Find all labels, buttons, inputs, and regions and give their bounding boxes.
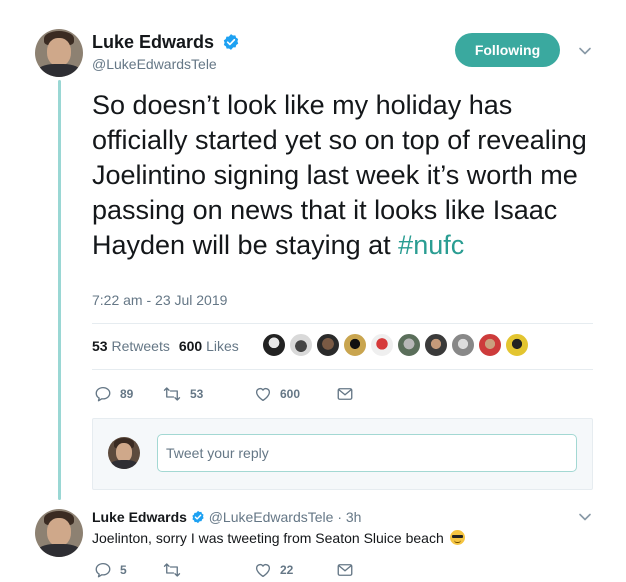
hashtag-link[interactable]: #nufc (398, 230, 464, 260)
reply-author-handle[interactable]: @LukeEdwardsTele (209, 509, 334, 525)
heart-icon (255, 387, 271, 402)
reply-tweet-actions: 5 22 (94, 561, 362, 579)
likes-stat[interactable]: 600 Likes (179, 338, 239, 354)
divider (92, 323, 593, 324)
like-count: 22 (280, 563, 294, 577)
tweet-text: So doesn’t look like my holiday has offi… (92, 88, 602, 263)
envelope-icon (337, 564, 353, 576)
retweet-icon (163, 387, 181, 401)
liker-avatar[interactable] (397, 333, 421, 357)
tweet-timestamp[interactable]: 7:22 am - 23 Jul 2019 (92, 292, 227, 308)
liker-avatar[interactable] (505, 333, 529, 357)
verified-icon (192, 511, 204, 524)
reply-count: 89 (120, 387, 134, 401)
current-user-avatar[interactable] (108, 437, 140, 469)
following-button[interactable]: Following (455, 33, 560, 67)
chevron-down-icon[interactable] (578, 44, 592, 58)
message-action[interactable] (336, 561, 362, 579)
author-avatar[interactable] (35, 29, 83, 77)
retweet-icon (163, 563, 181, 577)
envelope-icon (337, 388, 353, 400)
thread-line (58, 80, 61, 500)
message-action[interactable] (336, 385, 362, 403)
liker-avatar[interactable] (478, 333, 502, 357)
liker-avatars (262, 333, 532, 357)
reply-author-avatar[interactable] (35, 509, 83, 557)
divider (92, 369, 593, 370)
reply-action[interactable]: 89 (94, 385, 162, 403)
reply-composer: Tweet your reply (92, 418, 593, 490)
reply-time[interactable]: 3h (346, 509, 362, 525)
reply-author-name[interactable]: Luke Edwards (92, 509, 187, 525)
tweet-body: So doesn’t look like my holiday has offi… (92, 90, 587, 260)
liker-avatar[interactable] (451, 333, 475, 357)
author-name-row[interactable]: Luke Edwards (92, 32, 240, 53)
reply-input[interactable]: Tweet your reply (157, 434, 577, 472)
reply-action[interactable]: 5 (94, 561, 162, 579)
liker-avatar[interactable] (370, 333, 394, 357)
liker-avatar[interactable] (343, 333, 367, 357)
tweet-actions: 89 53 600 (94, 385, 362, 403)
retweets-stat[interactable]: 53 Retweets (92, 338, 170, 354)
reply-author-row: Luke Edwards @LukeEdwardsTele · 3h (92, 509, 361, 525)
retweet-action[interactable]: 53 (162, 385, 254, 403)
author-name[interactable]: Luke Edwards (92, 32, 214, 52)
reply-icon (95, 562, 111, 578)
reply-separator: · (337, 509, 342, 525)
heart-icon (255, 563, 271, 578)
reply-body: Joelinton, sorry I was tweeting from Sea… (92, 530, 444, 546)
reply-icon (95, 386, 111, 402)
liker-avatar[interactable] (289, 333, 313, 357)
like-action[interactable]: 600 (254, 385, 336, 403)
liker-avatar[interactable] (424, 333, 448, 357)
reply-count: 5 (120, 563, 127, 577)
liker-avatar[interactable] (316, 333, 340, 357)
author-handle[interactable]: @LukeEdwardsTele (92, 56, 217, 72)
chevron-down-icon[interactable] (578, 510, 592, 524)
reply-tweet-text: Joelinton, sorry I was tweeting from Sea… (92, 530, 465, 546)
retweet-action[interactable] (162, 561, 254, 579)
like-action[interactable]: 22 (254, 561, 336, 579)
sunglasses-emoji-icon (449, 530, 465, 545)
retweet-count: 53 (190, 387, 204, 401)
liker-avatar[interactable] (262, 333, 286, 357)
tweet-stats: 53 Retweets 600 Likes (92, 338, 239, 354)
verified-icon (223, 33, 239, 50)
like-count: 600 (280, 387, 301, 401)
